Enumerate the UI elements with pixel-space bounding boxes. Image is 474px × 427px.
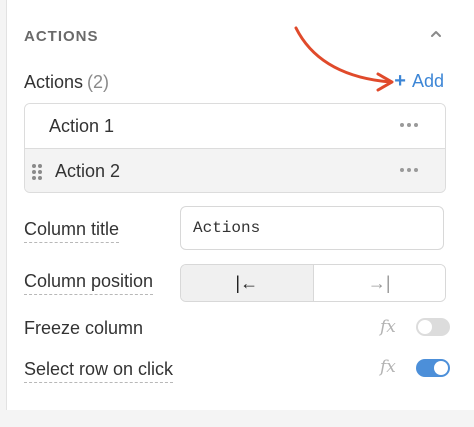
- add-action-label: Add: [411, 71, 444, 91]
- add-action-button[interactable]: + Add: [394, 70, 444, 93]
- column-position-label: Column position: [24, 271, 154, 295]
- column-title-label: Column title: [24, 219, 120, 243]
- drag-handle-icon[interactable]: [31, 163, 43, 181]
- freeze-column-label: Freeze column: [24, 318, 144, 338]
- plus-icon: +: [394, 70, 406, 92]
- action-item-1[interactable]: Action 1: [25, 104, 445, 148]
- pin-left-button[interactable]: |←: [181, 265, 313, 301]
- actions-title: Actions (2): [24, 72, 109, 93]
- action-item-2[interactable]: Action 2: [25, 148, 445, 192]
- section-header[interactable]: ACTIONS: [24, 26, 444, 48]
- pin-right-icon: →|: [367, 272, 391, 293]
- actions-list: Action 1 Action 2: [24, 103, 446, 193]
- freeze-column-toggle[interactable]: [416, 318, 450, 336]
- actions-header: Actions (2) + Add: [24, 70, 444, 94]
- toggle-knob: [434, 361, 448, 375]
- section-title: ACTIONS: [24, 28, 99, 45]
- panel-bottom-strip: [0, 410, 474, 427]
- more-icon[interactable]: [399, 166, 419, 174]
- pin-right-button[interactable]: →|: [312, 265, 445, 301]
- toggle-knob: [418, 320, 432, 334]
- column-position-toggle: |← →|: [180, 264, 446, 302]
- select-row-label: Select row on click: [24, 359, 174, 383]
- actions-count: (2): [87, 72, 110, 92]
- pin-left-icon: |←: [235, 272, 259, 293]
- fx-icon[interactable]: fx: [380, 357, 396, 377]
- actions-title-label: Actions: [24, 72, 84, 92]
- action-item-label: Action 2: [55, 161, 121, 181]
- column-title-input[interactable]: [180, 206, 444, 250]
- action-item-label: Action 1: [49, 116, 115, 136]
- fx-icon[interactable]: fx: [380, 317, 396, 337]
- select-row-toggle[interactable]: [416, 359, 450, 377]
- chevron-up-icon[interactable]: [428, 26, 444, 42]
- more-icon[interactable]: [399, 121, 419, 129]
